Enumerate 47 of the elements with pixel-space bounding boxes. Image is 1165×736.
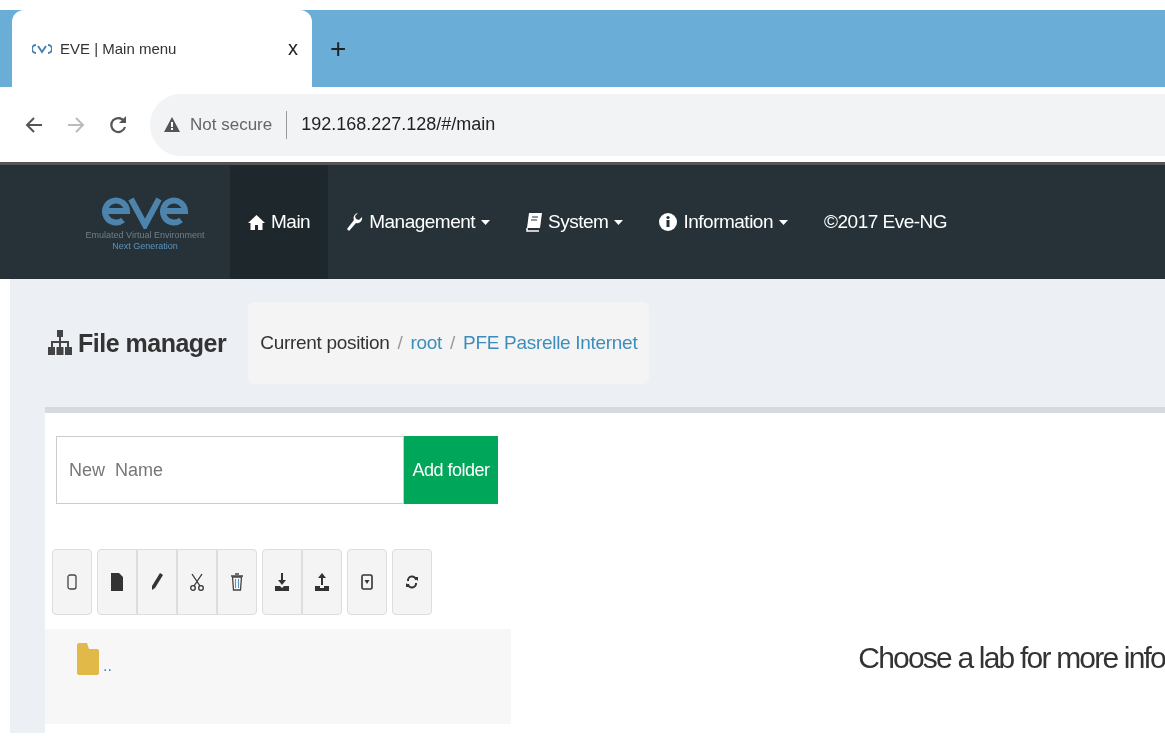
nav-item[interactable]: Management: [328, 165, 509, 279]
dropdown-icon: [361, 574, 373, 590]
home-icon: [248, 214, 265, 230]
file-button[interactable]: [97, 549, 137, 615]
dropdown-button[interactable]: [347, 549, 387, 615]
info-icon: [659, 213, 678, 231]
nav-item[interactable]: Information: [641, 165, 806, 279]
page-title: File manager: [78, 328, 227, 358]
trash-icon: [231, 573, 243, 591]
logo-tagline: Emulated Virtual Environment: [85, 230, 205, 240]
new-tab-button[interactable]: +: [330, 32, 347, 65]
pencil-button[interactable]: [137, 549, 177, 615]
breadcrumb-separator: /: [397, 332, 403, 354]
download-icon: [275, 573, 289, 591]
warning-icon: [164, 117, 180, 132]
refresh-button[interactable]: [392, 549, 432, 615]
scissors-button[interactable]: [177, 549, 217, 615]
folder-icon: [77, 643, 99, 675]
url-text: 192.168.227.128/#/main: [301, 114, 496, 135]
nav-item[interactable]: ©2017 Eve-NG: [806, 165, 966, 279]
security-label: Not secure: [190, 114, 273, 135]
file-icon: [111, 573, 123, 591]
sitemap-icon: [48, 330, 72, 356]
upload-button[interactable]: [302, 549, 342, 615]
nav-item[interactable]: System: [508, 165, 642, 279]
logo-subtitle: Next Generation: [112, 241, 178, 251]
wrench-icon: [346, 212, 364, 232]
address-bar[interactable]: Not secure 192.168.227.128/#/main: [150, 93, 1165, 156]
browser-tab[interactable]: EVE | Main menu x: [12, 10, 312, 87]
checkbox-icon: [67, 574, 77, 590]
download-button[interactable]: [262, 549, 302, 615]
name-input-field[interactable]: New Name: [56, 436, 404, 504]
trash-button[interactable]: [217, 549, 257, 615]
breadcrumb-label: Current position: [260, 332, 390, 354]
checkbox-button[interactable]: [52, 549, 92, 615]
close-tab-button[interactable]: x: [288, 37, 298, 60]
back-icon[interactable]: [24, 114, 44, 135]
tab-title: EVE | Main menu: [60, 40, 178, 57]
logo-icon: [32, 42, 52, 55]
refresh-icon: [406, 573, 418, 591]
info-message: Choose a lab for more info: [858, 641, 1165, 675]
nav-item[interactable]: Main: [230, 165, 329, 279]
breadcrumb-separator: /: [450, 332, 456, 354]
pencil-icon: [151, 573, 163, 591]
scissors-icon: [190, 573, 204, 591]
upload-icon: [315, 573, 329, 591]
book-icon: [526, 212, 543, 232]
